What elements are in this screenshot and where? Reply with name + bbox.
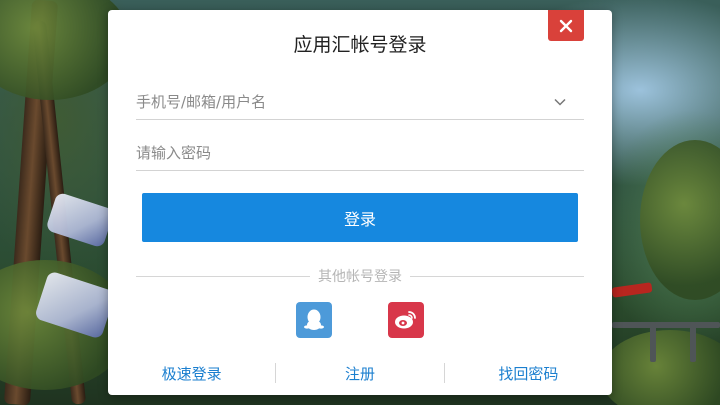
account-input[interactable]	[136, 84, 584, 119]
qq-login-button[interactable]	[296, 302, 332, 338]
login-button[interactable]: 登录	[142, 193, 578, 242]
other-login-divider: 其他帐号登录	[136, 265, 584, 287]
password-field	[136, 135, 584, 171]
other-login-label: 其他帐号登录	[318, 269, 402, 285]
chevron-down-icon	[554, 98, 566, 106]
dialog-title: 应用汇帐号登录	[293, 34, 427, 56]
weibo-login-button[interactable]	[388, 302, 424, 338]
footer-links: 极速登录 注册 找回密码	[108, 360, 612, 386]
account-dropdown[interactable]	[552, 94, 568, 110]
quick-login-link[interactable]: 极速登录	[108, 363, 275, 384]
divider-line-right	[410, 275, 584, 277]
account-field	[136, 84, 584, 120]
weibo-icon	[395, 311, 416, 329]
register-link[interactable]: 注册	[276, 363, 443, 384]
login-dialog: 应用汇帐号登录 登录 其他帐号登录	[108, 10, 612, 395]
password-input[interactable]	[136, 135, 584, 170]
recover-password-link[interactable]: 找回密码	[445, 363, 612, 384]
qq-penguin-icon	[304, 309, 324, 330]
divider-line-left	[136, 275, 310, 277]
